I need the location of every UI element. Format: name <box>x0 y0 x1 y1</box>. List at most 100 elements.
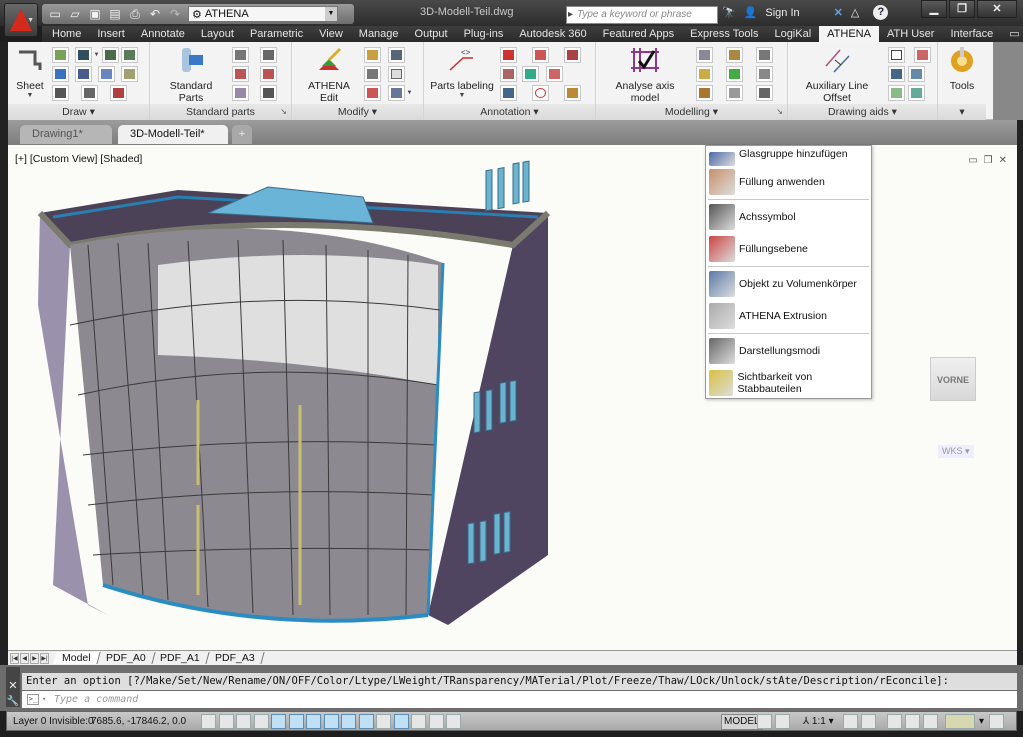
new-tab-button[interactable]: + <box>232 125 252 144</box>
command-input[interactable]: >_ ▾ Type a command <box>22 691 1017 708</box>
modelling-tool-6[interactable] <box>756 66 773 82</box>
undo-icon[interactable]: ↶ <box>148 7 162 21</box>
draw-tool-11[interactable] <box>110 85 127 101</box>
menu-item[interactable]: Glasgruppe hinzufügen <box>706 146 871 166</box>
modify-tool-3[interactable] <box>364 66 381 82</box>
wrench-icon[interactable]: 🔧 <box>6 696 20 707</box>
annotation-visibility-icon[interactable] <box>843 714 858 729</box>
command-prompt-icon[interactable]: >_ <box>27 694 39 705</box>
close-button[interactable]: ✕ <box>977 0 1017 18</box>
minimize-button[interactable]: ▁ <box>921 0 947 18</box>
annotation-tool-2[interactable] <box>532 47 549 63</box>
draw-tool-5[interactable] <box>52 66 69 82</box>
save-as-icon[interactable]: ▤ <box>108 7 122 21</box>
prev-layout-icon[interactable]: ◀ <box>20 652 29 664</box>
parts-labeling-button[interactable]: <> Parts labeling ▼ <box>430 46 494 99</box>
draw-tool-4[interactable] <box>121 47 138 63</box>
auxiliary-line-offset-button[interactable]: Auxiliary Line Offset ▼ <box>792 46 882 111</box>
dimension-tool[interactable] <box>564 47 581 63</box>
viewcube-front-face[interactable]: VORNE <box>930 357 976 401</box>
ribbon-tab-express-tools[interactable]: Express Tools <box>682 26 766 42</box>
draw-tool-2[interactable] <box>75 47 92 63</box>
last-layout-icon[interactable]: ▶| <box>40 652 49 664</box>
sheet-button[interactable]: Sheet ▼ <box>12 46 48 99</box>
search-input[interactable]: Type a keyword or phrase <box>566 6 718 24</box>
ribbon-tab-view[interactable]: View <box>311 26 351 42</box>
modify-tool-5[interactable] <box>364 85 381 101</box>
ucs-menu[interactable]: WKS ▾ <box>938 445 974 458</box>
ribbon-tab-athena[interactable]: ATHENA <box>819 26 879 42</box>
snap-toggle[interactable] <box>218 714 234 729</box>
menu-item[interactable]: Achssymbol <box>706 201 871 233</box>
exchange-icon[interactable]: ✕ <box>834 6 843 19</box>
panel-annotation-title[interactable]: Annotation ▾ <box>424 104 595 120</box>
close-icon[interactable]: ✕ <box>6 679 20 692</box>
ortho-toggle[interactable] <box>253 714 269 729</box>
ssp-tool[interactable] <box>232 85 249 101</box>
ribbon-tab-manage[interactable]: Manage <box>351 26 407 42</box>
ribbon-tab-interface[interactable]: Interface <box>942 26 1001 42</box>
selection-cycling-toggle[interactable] <box>428 714 444 729</box>
menu-item[interactable]: Objekt zu Volumenkörper <box>706 268 871 300</box>
panel-standard-parts-title[interactable]: Standard parts ↘ <box>150 104 291 120</box>
ribbon-tab-plug-ins[interactable]: Plug-ins <box>456 26 512 42</box>
modelling-tool-3[interactable] <box>756 47 773 63</box>
ribbon-tab-logikal[interactable]: LogiKal <box>766 26 819 42</box>
sign-in-button[interactable]: Sign In <box>765 7 799 19</box>
quick-view-layouts-icon[interactable] <box>757 714 772 729</box>
analyse-axis-model-button[interactable]: Analyse axis model ▼ <box>602 46 688 111</box>
clean-screen-icon[interactable] <box>989 714 1004 729</box>
standard-parts-button[interactable]: Standard Parts ▼ <box>156 46 226 111</box>
annotation-scale[interactable]: ⅄ 1:1 ▾ <box>803 716 834 727</box>
auto-scale-icon[interactable] <box>861 714 876 729</box>
drawing-aid-2[interactable] <box>914 47 931 63</box>
viewport-close-icon[interactable]: ✕ <box>999 155 1007 166</box>
ribbon-tab-output[interactable]: Output <box>407 26 456 42</box>
viewport-restore-icon[interactable]: ❐ <box>984 155 993 166</box>
panel-drawing-aids-title[interactable]: Drawing aids ▾ <box>788 104 937 120</box>
dialog-launcher-icon[interactable]: ↘ <box>280 104 287 120</box>
ribbon-tab-featured-apps[interactable]: Featured Apps <box>595 26 683 42</box>
ribbon-minimize-toggle[interactable]: ▭ ▾ <box>1001 26 1023 42</box>
lock-icon[interactable] <box>905 714 920 729</box>
next-layout-icon[interactable]: ▶ <box>30 652 39 664</box>
transparency-toggle[interactable] <box>393 714 409 729</box>
panel-tools-expand[interactable]: ▾ <box>938 104 986 120</box>
plot-icon[interactable]: ⎙ <box>128 7 142 21</box>
annotation-tool-9[interactable] <box>564 85 581 101</box>
viewcube[interactable]: VORNE WKS ▾ <box>908 335 998 465</box>
ribbon-tab-annotate[interactable]: Annotate <box>133 26 193 42</box>
modelling-tool-1[interactable] <box>696 47 713 63</box>
modelling-tool-7[interactable] <box>696 85 713 101</box>
t-profile-tool[interactable] <box>260 47 277 63</box>
annotation-tool-7[interactable] <box>500 85 517 101</box>
layout-tab-model[interactable]: Model <box>53 652 101 664</box>
hardware-acceleration-icon[interactable] <box>923 714 938 729</box>
elevation-tool[interactable] <box>500 47 517 63</box>
menu-item[interactable]: Darstellungsmodi <box>706 335 871 367</box>
modelling-tool-2[interactable] <box>726 47 743 63</box>
layout-tab-pdf-a1[interactable]: PDF_A1 <box>151 652 210 664</box>
draw-tool-3[interactable] <box>102 47 119 63</box>
coordinates-readout[interactable]: 7685.6, -17846.2, 0.0 <box>91 716 186 727</box>
draw-tool-9[interactable] <box>52 85 69 101</box>
dyn-toggle[interactable] <box>358 714 374 729</box>
modify-tool-1[interactable] <box>364 47 381 63</box>
tools-button[interactable]: Tools <box>942 46 982 92</box>
first-layout-icon[interactable]: |◀ <box>10 652 19 664</box>
modelling-tool-8[interactable] <box>726 85 743 101</box>
menu-item[interactable]: ATHENA Extrusion <box>706 300 871 332</box>
i-beam-tool[interactable] <box>232 47 249 63</box>
3d-osnap-toggle[interactable] <box>306 714 321 729</box>
draw-tool-10[interactable] <box>81 85 98 101</box>
workspace-switching-gear-icon[interactable] <box>887 714 902 729</box>
ribbon-tab-autodesk-360[interactable]: Autodesk 360 <box>511 26 594 42</box>
draw-tool-8[interactable] <box>121 66 138 82</box>
open-icon[interactable]: ▱ <box>68 7 82 21</box>
panel-modify-title[interactable]: Modify ▾ <box>292 104 423 120</box>
restore-button[interactable]: ❐ <box>949 0 975 18</box>
layout-tab-pdf-a0[interactable]: PDF_A0 <box>97 652 155 664</box>
new-icon[interactable]: ▭ <box>48 7 62 21</box>
modify-tool-6[interactable] <box>388 85 405 101</box>
quick-view-drawings-icon[interactable] <box>775 714 790 729</box>
